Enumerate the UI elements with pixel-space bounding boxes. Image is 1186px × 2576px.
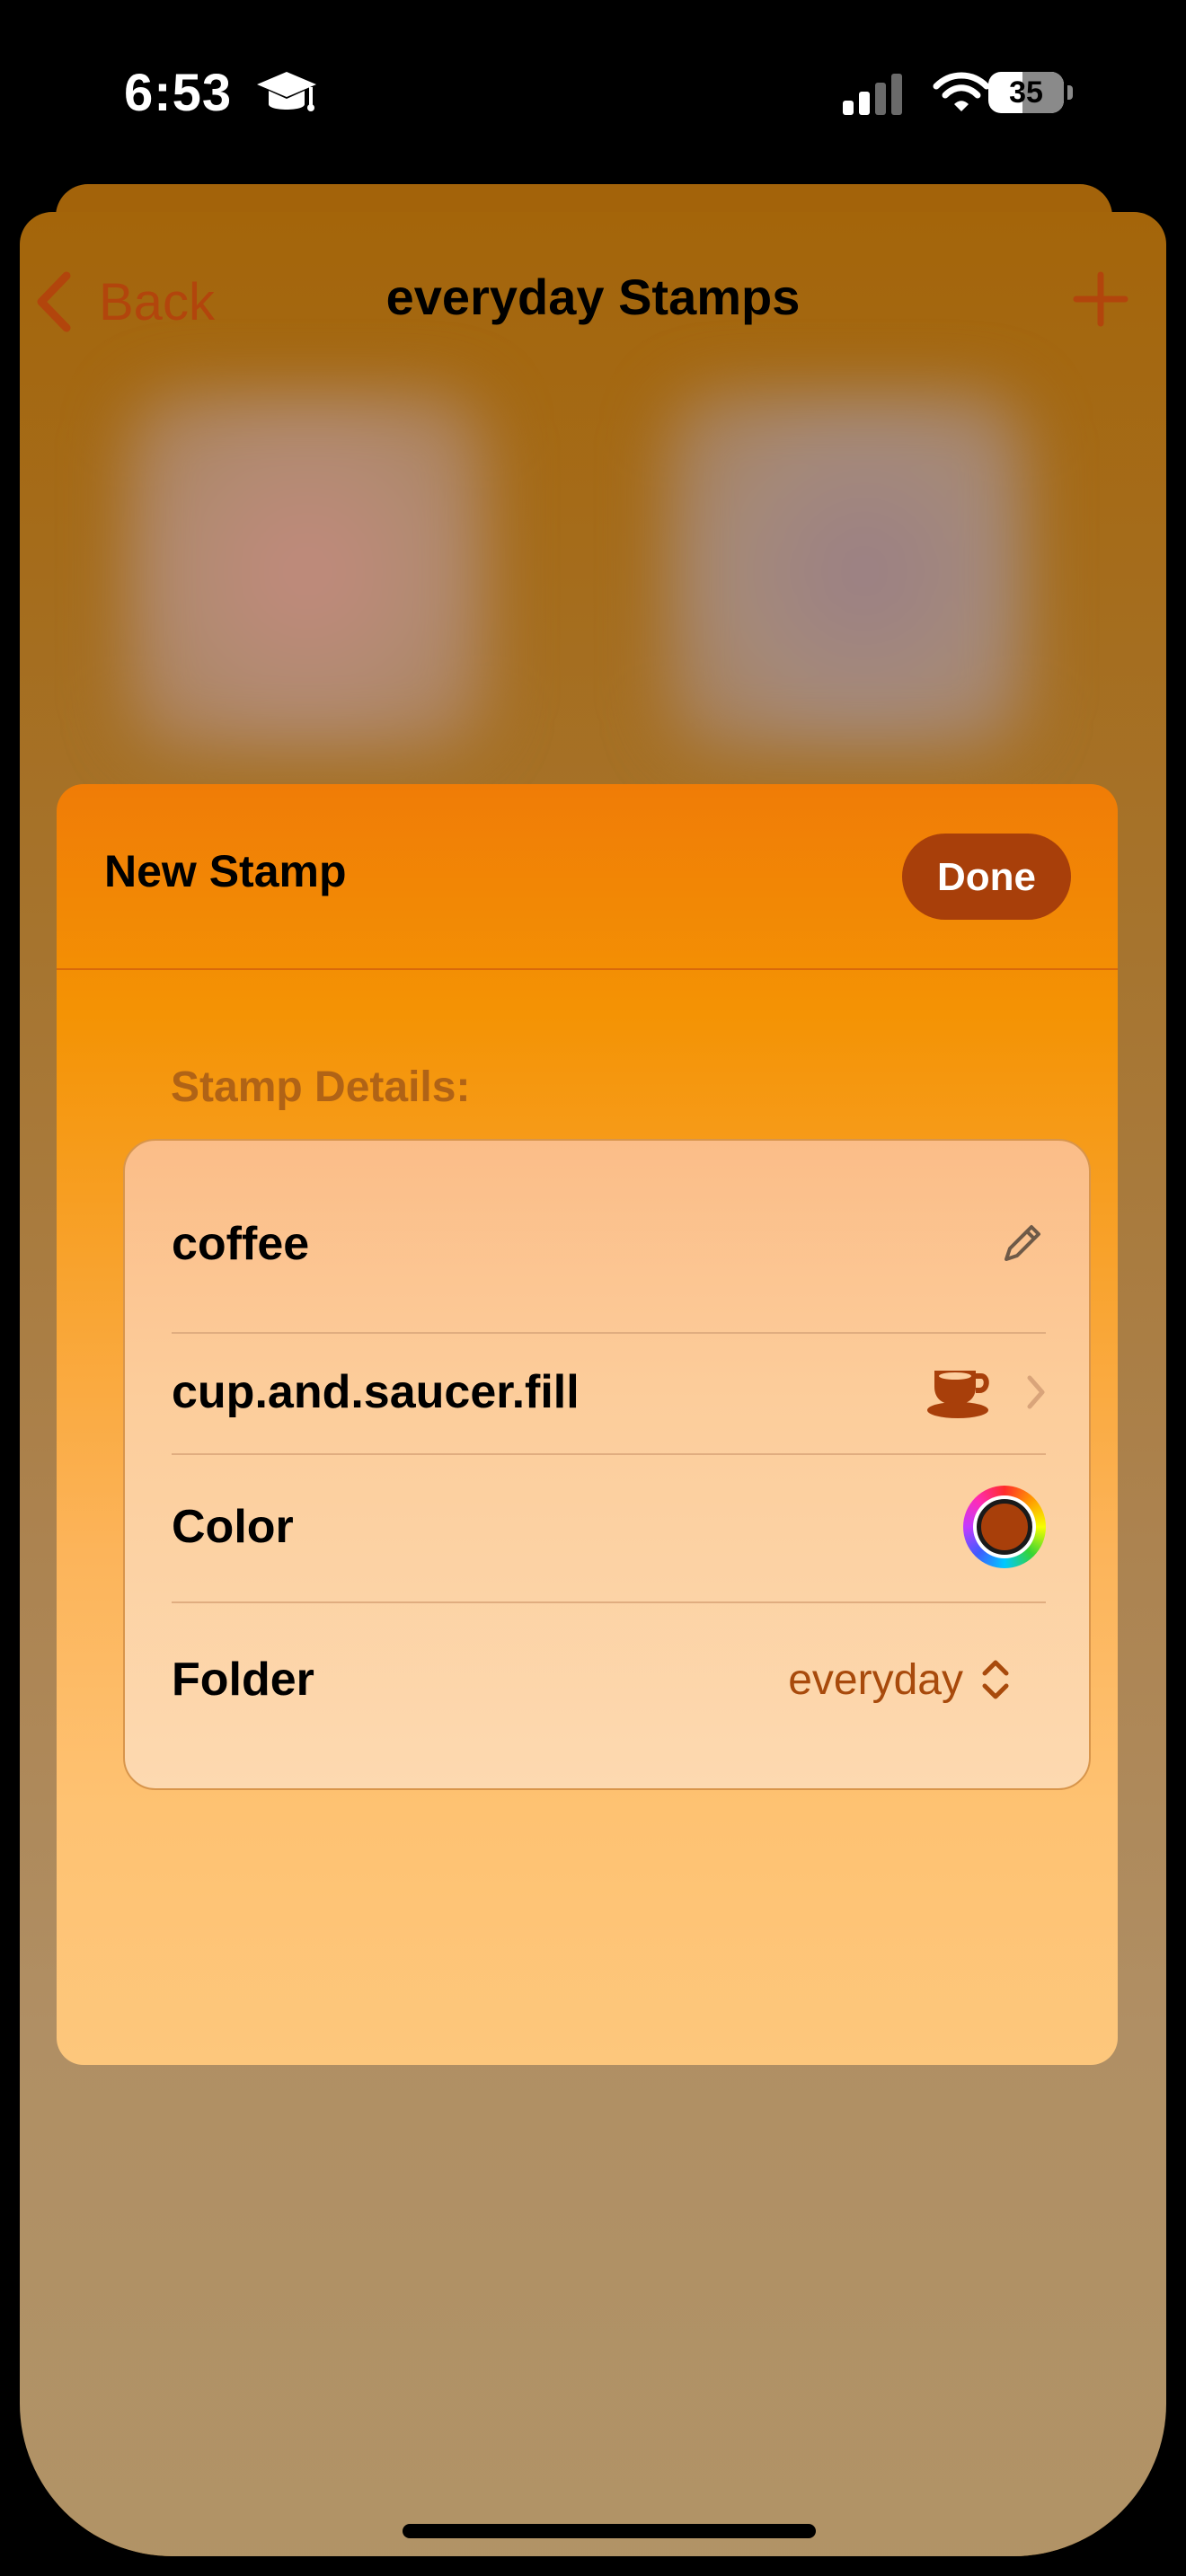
battery-level: 35	[1009, 75, 1043, 110]
cellular-signal-icon	[843, 74, 902, 115]
new-stamp-sheet: New Stamp Done Stamp Details: coffee cup…	[57, 784, 1118, 2065]
row-divider	[172, 1332, 1046, 1334]
device-frame: Back everyday Stamps 6:53 35 New Stamp D…	[0, 0, 1186, 2576]
plus-icon[interactable]	[1069, 268, 1132, 331]
cup-and-saucer-icon	[927, 1371, 989, 1418]
selected-color	[977, 1499, 1032, 1555]
color-row[interactable]: Color	[172, 1464, 1046, 1590]
chevron-right-icon	[1027, 1375, 1045, 1409]
folder-label: Folder	[172, 1654, 314, 1706]
stamp-thumbnail[interactable]	[128, 392, 487, 751]
symbol-name: cup.and.saucer.fill	[172, 1366, 580, 1418]
wifi-icon	[933, 72, 990, 111]
screen: Back everyday Stamps 6:53 35 New Stamp D…	[20, 0, 1166, 2556]
stamp-details-card: coffee cup.and.saucer.fill Color Folder …	[123, 1139, 1091, 1790]
battery-icon: 35	[988, 72, 1087, 117]
home-indicator[interactable]	[403, 2524, 816, 2538]
page-title: everyday Stamps	[385, 269, 801, 325]
symbol-row[interactable]: cup.and.saucer.fill	[172, 1343, 1046, 1442]
status-bar: 6:53 35	[20, 0, 1166, 180]
stamp-thumbnail[interactable]	[667, 392, 1026, 751]
graduation-cap-icon	[257, 72, 316, 111]
section-label: Stamp Details:	[171, 1063, 471, 1111]
sheet-header: New Stamp Done	[57, 784, 1118, 970]
chevron-up-down-icon	[982, 1660, 1009, 1699]
folder-picker[interactable]: everyday	[788, 1655, 1010, 1705]
name-row[interactable]: coffee	[172, 1204, 1046, 1284]
folder-row[interactable]: Folder everyday	[172, 1612, 1046, 1747]
folder-value: everyday	[788, 1655, 963, 1704]
color-picker-swatch[interactable]	[963, 1486, 1046, 1568]
status-time: 6:53	[124, 64, 233, 122]
row-divider	[172, 1453, 1046, 1455]
color-label: Color	[172, 1501, 294, 1553]
done-button[interactable]: Done	[902, 834, 1071, 920]
row-divider	[172, 1601, 1046, 1603]
pencil-icon[interactable]	[997, 1220, 1046, 1268]
sheet-title: New Stamp	[104, 846, 347, 896]
stamp-name: coffee	[172, 1218, 310, 1270]
